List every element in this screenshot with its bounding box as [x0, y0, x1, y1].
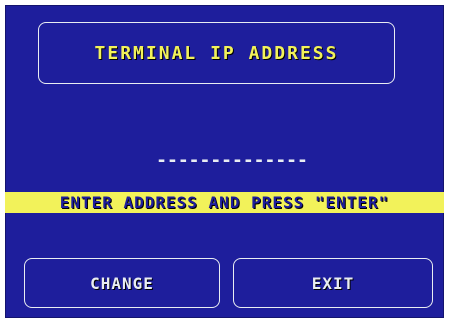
prompt-banner: ENTER ADDRESS AND PRESS "ENTER"	[5, 192, 444, 213]
change-button[interactable]: CHANGE	[24, 258, 220, 308]
screen-title: TERMINAL IP ADDRESS	[94, 42, 339, 64]
exit-button-label: EXIT	[311, 273, 355, 293]
exit-button[interactable]: EXIT	[233, 258, 433, 308]
title-panel: TERMINAL IP ADDRESS	[38, 22, 395, 84]
ip-address-field[interactable]: --------------	[132, 151, 332, 171]
atm-screen: TERMINAL IP ADDRESS -------------- ENTER…	[5, 5, 444, 318]
prompt-text: ENTER ADDRESS AND PRESS "ENTER"	[59, 193, 390, 212]
change-button-label: CHANGE	[90, 273, 154, 293]
